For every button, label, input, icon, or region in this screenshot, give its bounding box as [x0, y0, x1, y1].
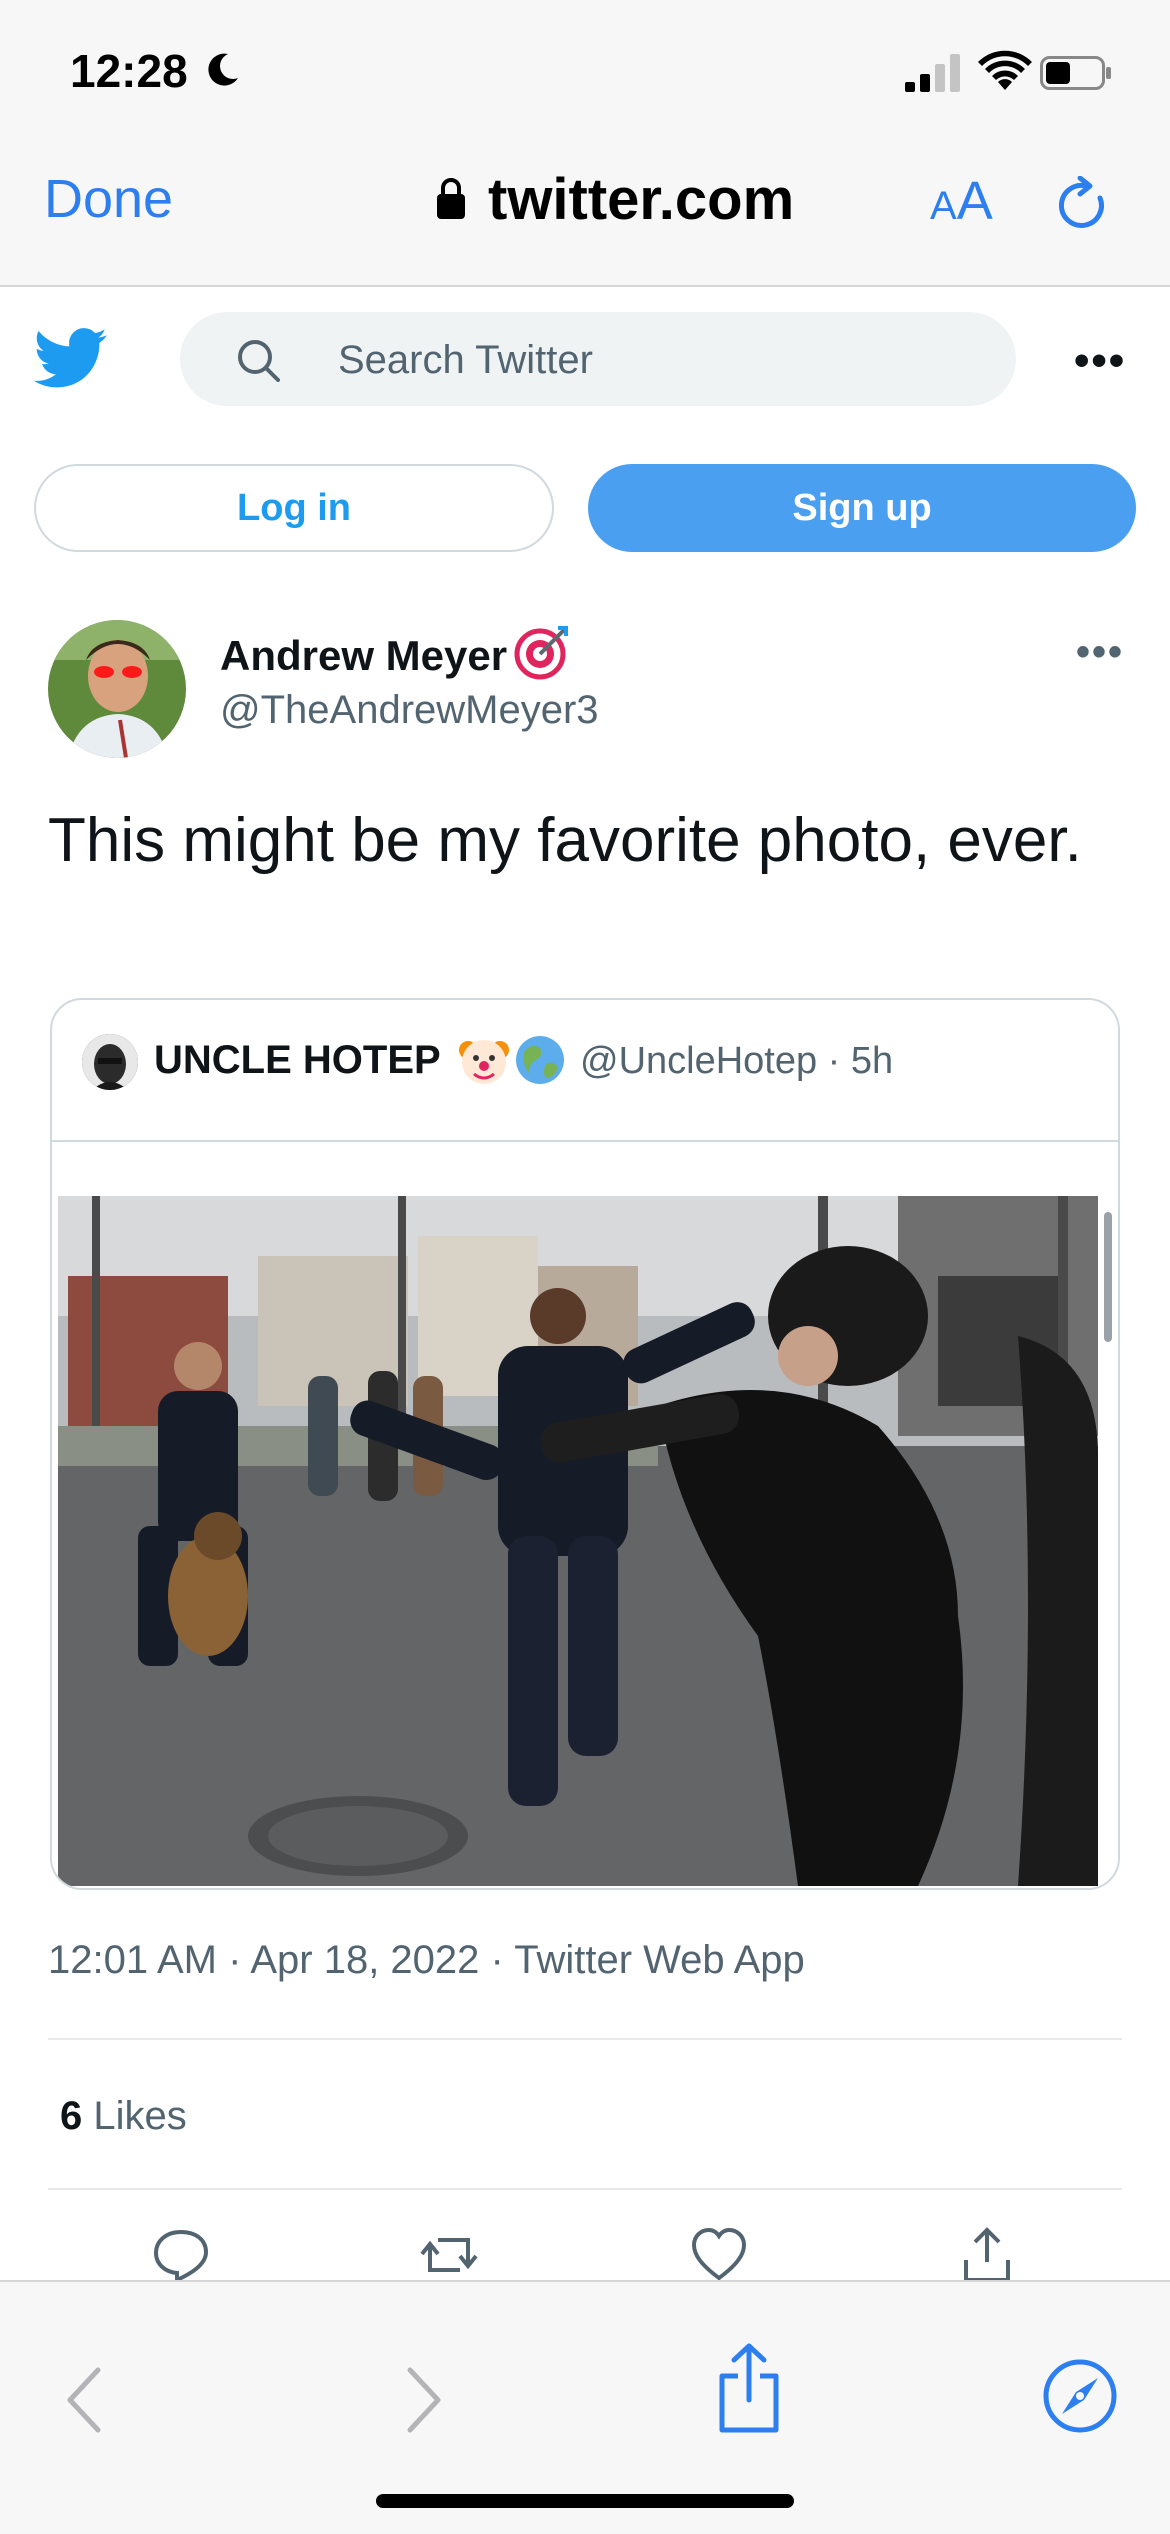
likes-number: 6	[60, 2094, 83, 2138]
divider	[48, 2188, 1122, 2190]
quoted-handle-time[interactable]: @UncleHotep · 5h	[580, 1040, 893, 1083]
battery-icon	[1040, 56, 1111, 90]
log-in-button[interactable]: Log in	[34, 464, 554, 552]
target-emoji-icon	[514, 626, 568, 680]
divider	[48, 2038, 1122, 2040]
quoted-tweet-photo[interactable]	[58, 1196, 1098, 1886]
search-input[interactable]: Search Twitter	[180, 312, 1016, 406]
search-placeholder: Search Twitter	[338, 338, 593, 382]
compass-icon[interactable]	[1042, 2358, 1118, 2434]
reply-icon[interactable]	[152, 2226, 210, 2284]
twitter-bird-icon[interactable]	[34, 326, 108, 392]
author-avatar[interactable]	[48, 620, 186, 758]
scroll-indicator[interactable]	[1104, 1212, 1112, 1342]
share-icon[interactable]	[958, 2226, 1016, 2284]
browser-top-bar: 12:28 Done twitter.com AA	[0, 0, 1170, 287]
quoted-author-name[interactable]: UNCLE HOTEP	[154, 1038, 441, 1083]
reload-icon[interactable]	[1056, 176, 1112, 234]
cellular-signal-icon	[905, 54, 960, 92]
likes-label: Likes	[93, 2094, 187, 2138]
wifi-icon	[978, 50, 1032, 90]
back-arrow-icon[interactable]	[64, 2366, 104, 2434]
author-name[interactable]: Andrew Meyer	[220, 632, 507, 680]
likes-count[interactable]: 6 Likes	[60, 2094, 187, 2139]
heart-icon[interactable]	[690, 2226, 748, 2284]
share-icon[interactable]	[716, 2342, 782, 2434]
done-button[interactable]: Done	[44, 168, 173, 230]
clown-emoji-icon	[459, 1040, 509, 1084]
text-size-small-label: A	[930, 184, 957, 228]
moon-icon	[208, 53, 238, 86]
author-handle[interactable]: @TheAndrewMeyer3	[220, 688, 599, 733]
quoted-tweet-card[interactable]: UNCLE HOTEP @UncleHotep · 5h	[50, 998, 1120, 1890]
url-text[interactable]: twitter.com	[488, 166, 794, 233]
retweet-icon[interactable]	[420, 2226, 478, 2284]
tweet-timestamp[interactable]: 12:01 AM · Apr 18, 2022 · Twitter Web Ap…	[48, 1938, 805, 1983]
tweet-more-icon[interactable]: •••	[1076, 630, 1124, 675]
forward-arrow-icon[interactable]	[404, 2366, 444, 2434]
divider	[52, 1140, 1118, 1142]
text-size-button[interactable]: AA	[930, 170, 993, 232]
search-icon	[238, 340, 280, 382]
status-time: 12:28	[70, 45, 188, 97]
browser-bottom-toolbar	[0, 2280, 1170, 2534]
home-indicator[interactable]	[376, 2494, 794, 2508]
more-options-icon[interactable]: •••	[1074, 336, 1126, 386]
tweet-text: This might be my favorite photo, ever.	[48, 806, 1082, 875]
globe-emoji-icon	[516, 1036, 564, 1084]
text-size-big-label: A	[956, 171, 993, 231]
sign-up-button[interactable]: Sign up	[588, 464, 1136, 552]
quoted-author-avatar[interactable]	[82, 1034, 138, 1090]
lock-icon	[437, 178, 465, 219]
